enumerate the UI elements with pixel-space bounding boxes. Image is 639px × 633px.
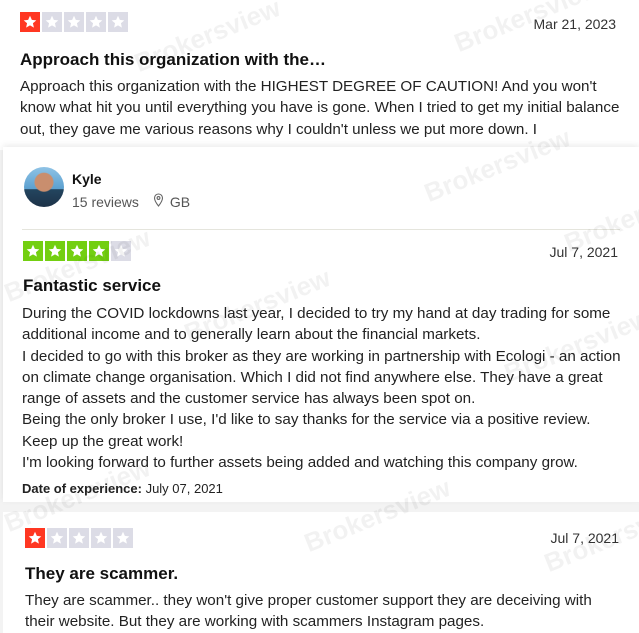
reviewer-name[interactable]: Kyle [72, 171, 102, 187]
empty-star-icon [47, 528, 67, 548]
star-rating [23, 241, 131, 261]
location: GB [153, 193, 190, 210]
review-title[interactable]: Approach this organization with the… [20, 50, 326, 70]
review-body: During the COVID lockdowns last year, I … [22, 303, 627, 473]
date-of-experience: Date of experience: July 07, 2021 [22, 481, 223, 496]
review-paragraph: I decided to go with this broker as they… [22, 347, 621, 408]
location-pin-icon [153, 193, 164, 210]
review-paragraph: I'm looking forward to further assets be… [22, 454, 578, 472]
empty-star-icon [86, 12, 106, 32]
reviewer-country: GB [169, 193, 191, 210]
review-body: They are scammer.. they won't give prope… [25, 592, 592, 631]
filled-star-icon [45, 241, 65, 261]
review-title[interactable]: Fantastic service [23, 276, 161, 296]
review-card: Jul 7, 2021 They are scammer. They are s… [3, 512, 639, 633]
empty-star-icon [91, 528, 111, 548]
empty-star-icon [108, 12, 128, 32]
experience-label: Date of experience: [22, 481, 142, 496]
filled-star-icon [20, 12, 40, 32]
avatar[interactable] [24, 167, 64, 207]
review-date: Jul 7, 2021 [549, 244, 619, 260]
empty-star-icon [111, 241, 131, 261]
review-date: Mar 21, 2023 [533, 16, 617, 32]
experience-date: July 07, 2021 [145, 481, 223, 496]
empty-star-icon [69, 528, 89, 548]
review-paragraph: Being the only broker I use, I'd like to… [22, 411, 591, 450]
filled-star-icon [67, 241, 87, 261]
empty-star-icon [113, 528, 133, 548]
star-rating [25, 528, 133, 548]
filled-star-icon [23, 241, 43, 261]
review-title[interactable]: They are scammer. [25, 564, 178, 584]
star-rating [20, 12, 128, 32]
reviewer-meta: 15 reviews GB [72, 193, 190, 210]
review-body: Approach this organization with the HIGH… [20, 78, 620, 138]
review-date: Jul 7, 2021 [550, 530, 620, 546]
review-card: Mar 21, 2023 Approach this organization … [0, 0, 639, 150]
divider [22, 229, 620, 230]
review-paragraph: During the COVID lockdowns last year, I … [22, 305, 611, 344]
filled-star-icon [25, 528, 45, 548]
empty-star-icon [42, 12, 62, 32]
empty-star-icon [64, 12, 84, 32]
review-card: Kyle 15 reviews GB Jul 7, 2021 Fantastic… [3, 147, 639, 502]
filled-star-icon [89, 241, 109, 261]
review-count: 15 reviews [72, 193, 139, 210]
